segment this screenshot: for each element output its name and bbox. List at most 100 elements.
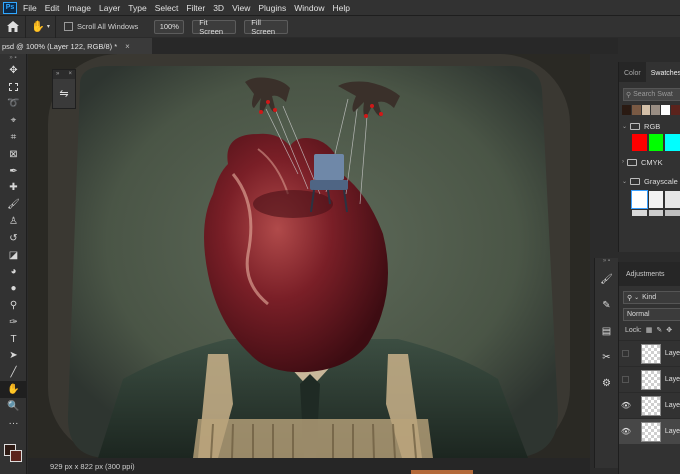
menu-layer[interactable]: Layer	[99, 3, 120, 13]
swatch-group-rgb[interactable]: ⌄ RGB	[619, 118, 680, 134]
swatch-group-label: CMYK	[641, 157, 663, 167]
lock-transparent-icon[interactable]: ▦	[646, 326, 653, 334]
clone-stamp-tool-icon[interactable]: ♙	[0, 213, 27, 230]
layer-row[interactable]: Laye	[619, 340, 680, 366]
recent-swatch[interactable]	[631, 105, 641, 115]
blur-tool-icon[interactable]: ●	[0, 280, 27, 297]
fill-screen-button[interactable]: Fill Screen	[244, 18, 289, 36]
swatch-group-grayscale[interactable]: ⌄ Grayscale	[619, 173, 680, 189]
zoom-tool-icon[interactable]: 🔍	[0, 398, 27, 415]
recent-swatch[interactable]	[641, 105, 651, 115]
swatch-gray[interactable]	[632, 210, 647, 216]
swatch-gray[interactable]	[631, 190, 648, 209]
layers-panel-tabs: Adjustments	[619, 262, 680, 286]
dodge-tool-icon[interactable]: ⚲	[0, 297, 27, 314]
scroll-all-windows-checkbox[interactable]: Scroll All Windows	[64, 22, 138, 31]
menu-file[interactable]: File	[23, 3, 37, 13]
marquee-tool-icon[interactable]	[0, 79, 27, 96]
swatch-gray[interactable]	[665, 210, 680, 216]
swatch-cyan[interactable]	[665, 134, 680, 151]
lock-paint-icon[interactable]: ✎	[656, 326, 662, 334]
properties-panel-icon[interactable]: ⚙	[595, 370, 618, 396]
brush-tool-icon[interactable]: 🖌	[0, 196, 27, 213]
eraser-tool-icon[interactable]: ◪	[0, 247, 27, 264]
chevron-down-icon[interactable]: ⌄	[622, 123, 627, 130]
menu-plugins[interactable]: Plugins	[258, 3, 286, 13]
swatch-group-label: RGB	[644, 121, 661, 131]
fit-screen-button[interactable]: Fit Screen	[192, 18, 237, 36]
swatch-gray[interactable]	[665, 191, 680, 208]
eye-icon[interactable]: 👁	[619, 427, 633, 436]
menu-3d[interactable]: 3D	[213, 3, 224, 13]
frame-tool-icon[interactable]: ⊠	[0, 146, 27, 163]
swatch-group-label: Grayscale	[644, 176, 678, 186]
recent-swatch[interactable]	[622, 105, 631, 115]
paragraph-panel-icon[interactable]: ▤	[595, 318, 618, 344]
swatch-group-cmyk[interactable]: › CMYK	[619, 154, 680, 170]
photoshop-logo-icon[interactable]: Ps	[3, 1, 17, 14]
document-tab[interactable]: psd @ 100% (Layer 122, RGB/8) * ×	[0, 38, 152, 54]
layer-filter-kind[interactable]: ⚲ ⌄ Kind	[623, 291, 680, 304]
layer-row[interactable]: Laye	[619, 366, 680, 392]
visibility-toggle[interactable]	[619, 350, 633, 357]
tab-color[interactable]: Color	[619, 70, 646, 82]
chevron-right-icon[interactable]: ›	[622, 159, 624, 165]
swatch-red[interactable]	[632, 134, 647, 151]
menu-edit[interactable]: Edit	[45, 3, 60, 13]
brush-panel-icon[interactable]: 🖌	[595, 266, 618, 292]
canvas-area[interactable]: » × ⇋	[28, 54, 590, 458]
recent-swatch[interactable]	[661, 105, 671, 115]
chevron-down-icon[interactable]: ⌄	[622, 178, 627, 185]
swatch-gray[interactable]	[648, 210, 664, 216]
menu-view[interactable]: View	[232, 3, 250, 13]
layer-row[interactable]: 👁 Laye	[619, 418, 680, 444]
recent-swatch[interactable]	[651, 105, 661, 115]
eye-icon[interactable]: 👁	[619, 401, 633, 410]
swatches-search-input[interactable]: ⚲ Search Swat	[623, 88, 680, 101]
hand-tool-icon[interactable]: ✋	[0, 381, 27, 398]
more-tools-icon[interactable]: ···	[0, 415, 27, 432]
menu-select[interactable]: Select	[155, 3, 179, 13]
menu-window[interactable]: Window	[294, 3, 324, 13]
panel-grip-icon[interactable]: » ▪	[595, 258, 618, 266]
recent-swatch[interactable]	[671, 105, 680, 115]
zoom-100-button[interactable]: 100%	[154, 19, 185, 34]
hand-tool-preset-icon[interactable]: ✋ ▾	[26, 15, 56, 38]
brush-settings-icon[interactable]: ⇋	[53, 79, 75, 107]
mini-panel-header[interactable]: » ×	[53, 70, 75, 79]
blend-mode-select[interactable]: Normal	[623, 308, 680, 321]
layer-row[interactable]: 👁 Laye	[619, 392, 680, 418]
tools-panel-icon[interactable]: ✂	[595, 344, 618, 370]
tab-adjustments[interactable]: Adjustments	[626, 271, 665, 278]
lock-position-icon[interactable]: ✥	[666, 326, 672, 334]
swatch-gray[interactable]	[648, 191, 664, 208]
healing-brush-tool-icon[interactable]: ✚	[0, 180, 27, 197]
tab-swatches[interactable]: Swatches	[645, 62, 680, 82]
folder-icon	[630, 122, 641, 130]
history-brush-tool-icon[interactable]: ↺	[0, 230, 27, 247]
lasso-tool-icon[interactable]: ➰	[0, 96, 27, 113]
character-panel-icon[interactable]: ✎	[595, 292, 618, 318]
scroll-all-windows-label: Scroll All Windows	[77, 22, 139, 31]
menu-image[interactable]: Image	[67, 3, 91, 13]
crop-tool-icon[interactable]: ⌗	[0, 129, 27, 146]
visibility-toggle[interactable]	[619, 376, 633, 383]
swatch-green[interactable]	[648, 134, 664, 151]
line-tool-icon[interactable]: ╱	[0, 364, 27, 381]
pen-tool-icon[interactable]: ✑	[0, 314, 27, 331]
path-selection-tool-icon[interactable]: ➤	[0, 348, 27, 365]
menu-type[interactable]: Type	[128, 3, 146, 13]
menu-help[interactable]: Help	[332, 3, 349, 13]
menu-filter[interactable]: Filter	[186, 3, 205, 13]
quick-select-tool-icon[interactable]: ⌖	[0, 112, 27, 129]
floating-mini-panel: » × ⇋	[52, 69, 76, 109]
type-tool-icon[interactable]: T	[0, 331, 27, 348]
close-tab-icon[interactable]: ×	[125, 42, 130, 51]
move-tool-icon[interactable]: ✥	[0, 62, 27, 79]
background-color-swatch[interactable]	[10, 450, 22, 462]
panel-grip-icon[interactable]: » ▪	[0, 54, 26, 62]
paint-bucket-tool-icon[interactable]: ◕	[0, 264, 27, 281]
checkbox-box[interactable]	[64, 22, 73, 31]
eyedropper-tool-icon[interactable]: ✒	[0, 163, 27, 180]
home-icon[interactable]	[0, 15, 26, 38]
